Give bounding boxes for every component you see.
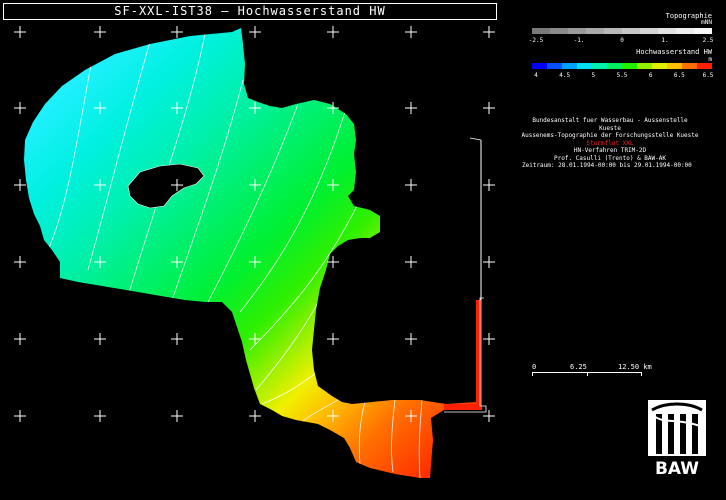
colorbar-segment [592, 63, 607, 69]
colorbar-segment [694, 28, 712, 34]
colorbar-segment [568, 28, 586, 34]
hw-legend-title: Hochwasserstand HW [636, 48, 712, 56]
tick-label: -1. [573, 37, 585, 44]
colorbar-segment [604, 28, 622, 34]
topo-tick-labels: -2.5 -1. 0 1. 2.5 [528, 37, 714, 45]
tick-label: 1. [661, 37, 669, 44]
info-institution: Bundesanstalt fuer Wasserbau - Aussenste… [532, 117, 688, 132]
colorbar-segment [532, 63, 547, 69]
scale-label-mid: 6.25 [570, 363, 587, 371]
water-level-field [24, 28, 482, 478]
info-topography: Aussenems-Topographie der Forschungsstel… [521, 132, 699, 139]
info-authors: Prof. Casulli (Trento) & BAW-AK [554, 154, 666, 162]
colorbar-segment [682, 63, 697, 69]
hw-tick-labels: 4 4.5 5 5.5 6 6.5 6.5 [532, 72, 714, 80]
baw-logo: BAW [646, 398, 708, 478]
topo-colorbar [532, 28, 712, 34]
tick-label: 4 [534, 72, 538, 79]
scale-label-end: 12.50 km [618, 363, 652, 371]
colorbar-segment [676, 28, 694, 34]
hw-colorbar [532, 63, 712, 69]
tick-label: 5 [591, 72, 596, 79]
logo-text: BAW [655, 459, 699, 478]
colorbar-segment [586, 28, 604, 34]
tick-label: 6 [648, 72, 653, 79]
colorbar-segment [550, 28, 568, 34]
colorbar-segment [622, 28, 640, 34]
info-method: HN-Verfahren TRIM-2D [573, 147, 647, 154]
tick-label: 0 [620, 37, 624, 44]
colorbar-segment [697, 63, 712, 69]
colorbar-segment [547, 63, 562, 69]
tick-label: 6.5 [673, 72, 685, 79]
info-time-range: Zeitraum: 28.01.1994-00:00 bis 29.01.199… [522, 162, 692, 169]
colorbar-segment [652, 63, 667, 69]
topo-legend-title: Topographie [665, 12, 712, 20]
river-channel [444, 300, 482, 410]
tick-label: 6.5 [702, 72, 714, 79]
info-block: Bundesanstalt fuer Wasserbau - Aussenste… [520, 117, 700, 170]
colorbar-segment [607, 63, 622, 69]
colorbar-segment [640, 28, 658, 34]
colorbar-segment [562, 63, 577, 69]
info-scenario: Sturmflut XXL [586, 139, 634, 147]
colorbar-segment [658, 28, 676, 34]
colorbar-segment [532, 28, 550, 34]
scale-bar: 0 6.25 12.50 km [532, 363, 652, 382]
colorbar-segment [577, 63, 592, 69]
tick-label: -2.5 [528, 37, 544, 44]
tick-label: 4.5 [559, 72, 571, 79]
tick-label: 2.5 [702, 37, 714, 44]
colorbar-segment [667, 63, 682, 69]
tick-label: 5.5 [616, 72, 628, 79]
scale-label-0: 0 [532, 363, 537, 371]
colorbar-segment [622, 63, 637, 69]
topo-legend-unit: mNN [701, 19, 712, 26]
colorbar-segment [637, 63, 652, 69]
